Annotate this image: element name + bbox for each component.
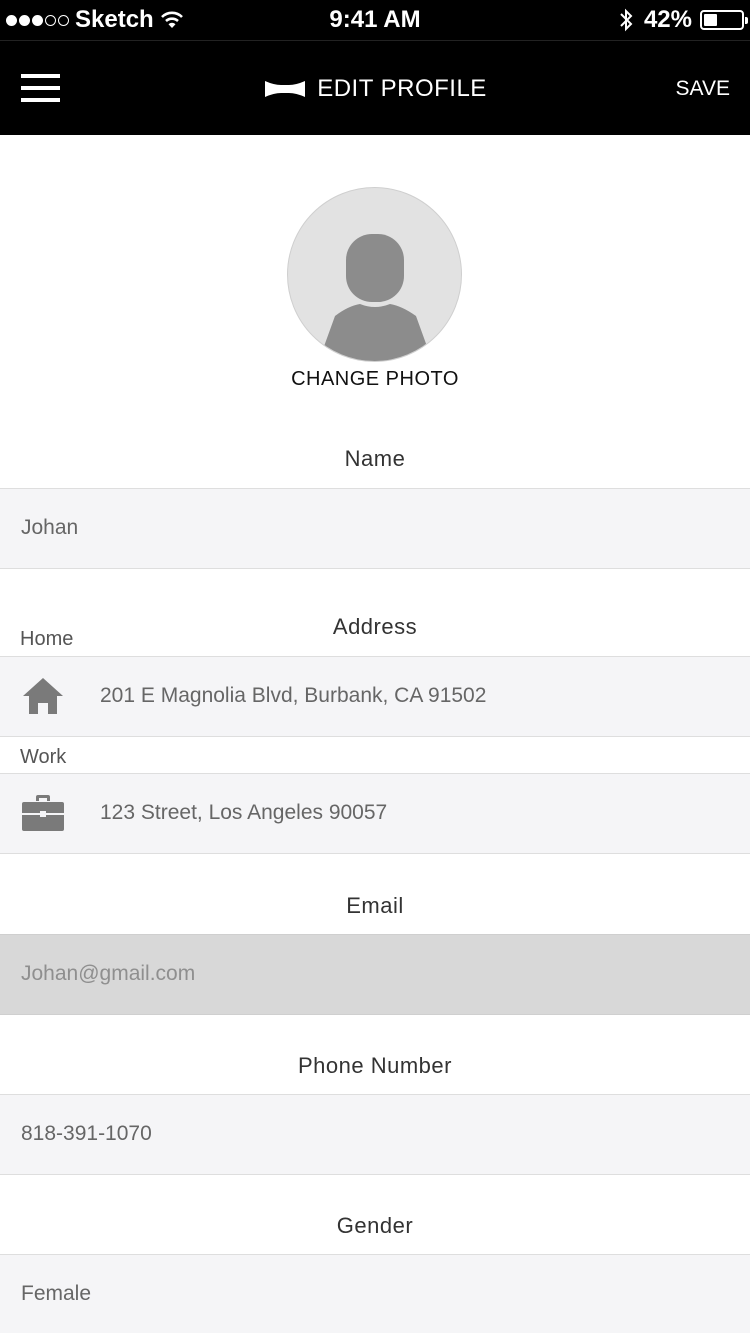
change-photo-button[interactable]: CHANGE PHOTO <box>0 368 750 391</box>
email-label: Email <box>346 893 404 918</box>
briefcase-icon <box>22 795 64 831</box>
email-value: Johan@gmail.com <box>21 962 196 985</box>
battery-icon <box>700 10 748 30</box>
name-label: Name <box>344 446 406 471</box>
status-bar: Sketch 9:41 AM 42% <box>0 0 750 40</box>
phone-label: Phone Number <box>298 1053 452 1078</box>
home-address-value: 201 E Magnolia Blvd, Burbank, CA 91502 <box>100 684 487 707</box>
user-silhouette-icon <box>318 234 433 361</box>
email-field: Johan@gmail.com <box>0 934 750 1015</box>
work-address-value: 123 Street, Los Angeles 90057 <box>100 801 388 824</box>
battery-percent: 42% <box>643 6 692 33</box>
work-address-field[interactable]: 123 Street, Los Angeles 90057 <box>0 773 750 854</box>
phone-field[interactable]: 818-391-1070 <box>0 1094 750 1175</box>
name-field[interactable]: Johan <box>0 488 750 569</box>
nav-bar: EDIT PROFILE SAVE <box>0 40 750 135</box>
address-label: Address <box>332 614 418 639</box>
save-button[interactable]: SAVE <box>676 77 730 101</box>
bluetooth-icon <box>620 8 633 32</box>
battery-fill <box>704 14 717 26</box>
avatar[interactable] <box>287 187 462 362</box>
bow-tie-icon <box>265 81 306 97</box>
page-title: EDIT PROFILE <box>317 75 487 102</box>
work-address-label: Work <box>20 746 67 768</box>
gender-value: Female <box>21 1282 92 1305</box>
gender-label: Gender <box>336 1213 414 1238</box>
home-address-field[interactable]: 201 E Magnolia Blvd, Burbank, CA 91502 <box>0 656 750 737</box>
nav-title-group: EDIT PROFILE <box>0 75 750 103</box>
name-value: Johan <box>21 516 79 539</box>
home-icon <box>23 678 63 714</box>
status-right: 42% <box>618 6 748 34</box>
phone-value: 818-391-1070 <box>21 1122 152 1145</box>
gender-field[interactable]: Female <box>0 1254 750 1333</box>
home-address-label: Home <box>20 628 74 650</box>
